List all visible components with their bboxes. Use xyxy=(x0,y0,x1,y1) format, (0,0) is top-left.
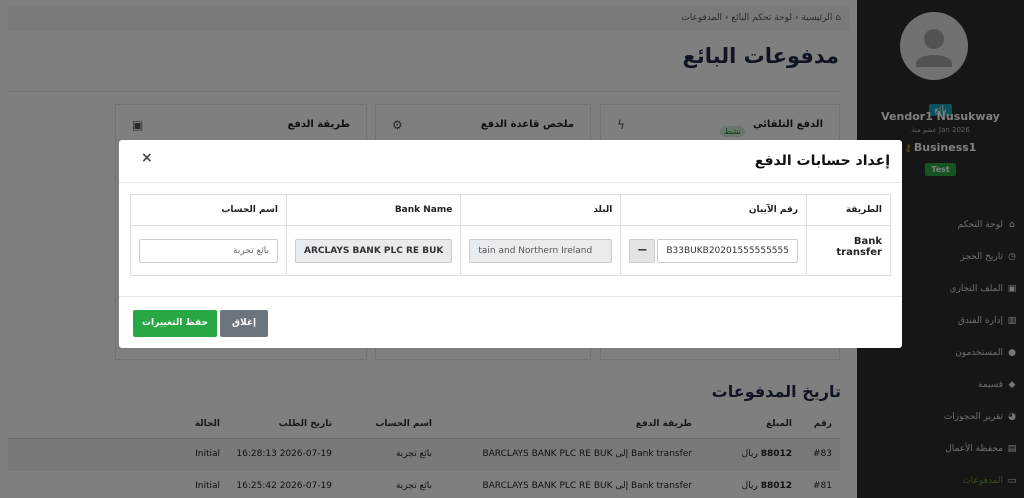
col-bank-name: Bank Name xyxy=(285,194,462,226)
modal-header: إعداد حسابات الدفع × xyxy=(119,140,902,183)
close-button[interactable]: إغلاق xyxy=(220,310,268,337)
iban-cell: − B33BUKB20201555555555 xyxy=(620,225,807,276)
save-changes-button[interactable]: حفظ التغييرات xyxy=(133,310,217,337)
col-iban: رقم الآيبان xyxy=(620,194,807,226)
account-name-cell: بائع تجربة xyxy=(130,225,287,276)
table-row: Bank transfer − B33BUKB20201555555555 ta… xyxy=(130,225,891,276)
modal-footer: حفظ التغييرات إغلاق xyxy=(119,296,902,348)
method-cell: Bank transfer xyxy=(806,225,891,276)
bank-name-field: ARCLAYS BANK PLC RE BUK xyxy=(295,238,453,263)
close-icon[interactable]: × xyxy=(141,150,153,166)
table-header-row: الطريقة رقم الآيبان البلد Bank Name اسم … xyxy=(130,194,891,226)
remove-button[interactable]: − xyxy=(629,238,656,263)
account-name-field[interactable]: بائع تجربة xyxy=(139,238,278,263)
modal-title: إعداد حسابات الدفع xyxy=(754,153,890,169)
payment-accounts-modal: إعداد حسابات الدفع × الطريقة رقم الآيبان… xyxy=(119,140,902,348)
col-account-name: اسم الحساب xyxy=(130,194,287,226)
col-country: البلد xyxy=(460,194,622,226)
payment-accounts-table: الطريقة رقم الآيبان البلد Bank Name اسم … xyxy=(130,194,891,276)
country-cell: tain and Northern Ireland xyxy=(460,225,622,276)
col-method: الطريقة xyxy=(806,194,891,226)
bank-name-cell: ARCLAYS BANK PLC RE BUK xyxy=(285,225,462,276)
country-field: tain and Northern Ireland xyxy=(469,238,613,263)
iban-field[interactable]: B33BUKB20201555555555 xyxy=(657,238,798,263)
